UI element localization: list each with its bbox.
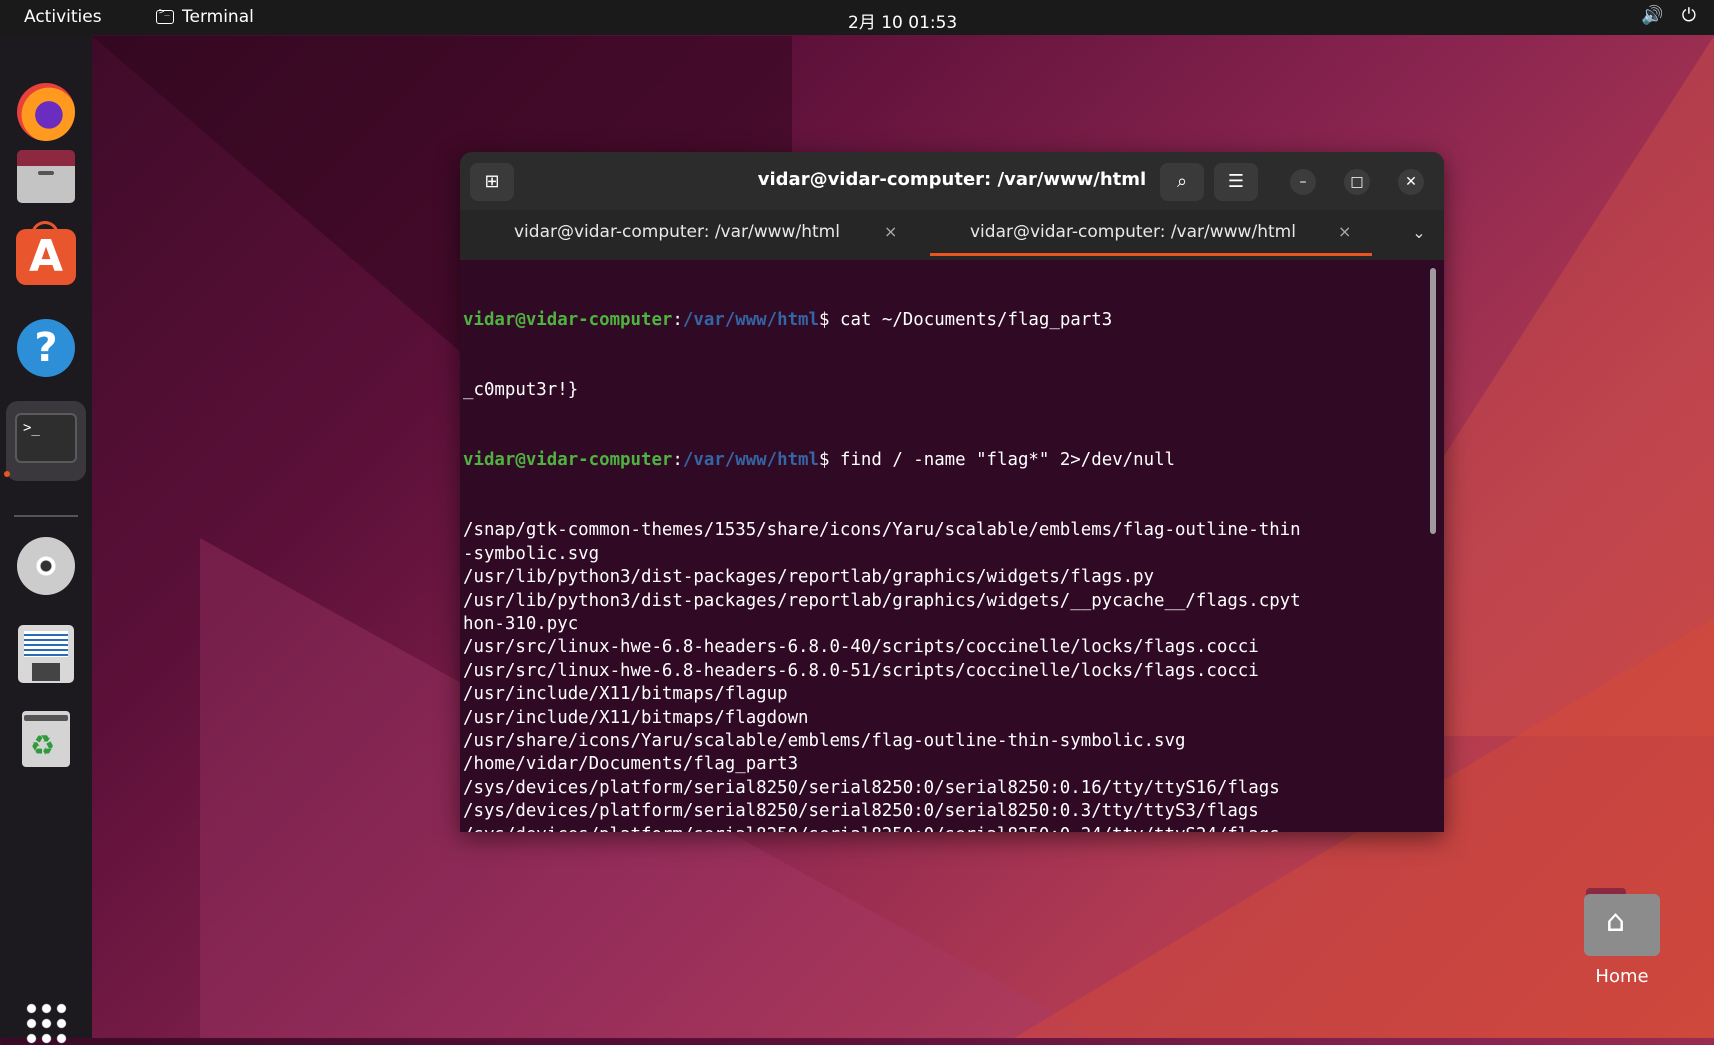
prompt-path: /var/www/html	[682, 450, 820, 471]
tab-1[interactable]: vidar@vidar-computer: /var/www/html ×	[460, 210, 928, 260]
disc-icon[interactable]	[17, 537, 75, 595]
minimize-button[interactable]: –	[1290, 169, 1316, 195]
output-line: /home/vidar/Documents/flag_part3	[463, 754, 799, 775]
output-line: -symbolic.svg	[463, 543, 600, 564]
prompt-dollar: $	[819, 309, 840, 330]
system-tray[interactable]: 🔊 ⏻	[1641, 5, 1696, 26]
terminal-output[interactable]: vidar@vidar-computer:/var/www/html$ cat …	[460, 260, 1433, 832]
output-line: /usr/src/linux-hwe-6.8-headers-6.8.0-40/…	[463, 637, 1259, 658]
terminal-icon	[156, 7, 174, 24]
house-icon: ⌂	[1606, 904, 1626, 939]
output-line: /sys/devices/platform/serial8250/serial8…	[463, 824, 1433, 833]
tab-close-icon[interactable]: ×	[1338, 210, 1351, 254]
output-line: /usr/src/linux-hwe-6.8-headers-6.8.0-51/…	[463, 660, 1259, 681]
files-icon[interactable]	[14, 143, 78, 207]
recycle-icon: ♻	[30, 729, 56, 762]
power-icon[interactable]: ⏻	[1682, 5, 1696, 26]
home-folder-icon[interactable]: ⌂	[1584, 888, 1660, 956]
output-line: /sys/devices/platform/serial8250/serial8…	[463, 801, 1259, 822]
terminal-window: ⊞ vidar@vidar-computer: /var/www/html ⌕ …	[460, 152, 1444, 832]
close-button[interactable]: ✕	[1398, 169, 1424, 195]
menu-button[interactable]: ☰	[1214, 163, 1258, 201]
find-output: /snap/gtk-common-themes/1535/share/icons…	[463, 519, 1433, 832]
app-menu-terminal[interactable]: Terminal	[156, 7, 254, 27]
prompt-line: vidar@vidar-computer:/var/www/html$ find…	[463, 449, 1433, 472]
window-headerbar[interactable]: ⊞ vidar@vidar-computer: /var/www/html ⌕ …	[460, 152, 1444, 210]
prompt-user: vidar@vidar-computer	[463, 450, 673, 471]
terminal-dock-icon[interactable]: >_	[6, 401, 86, 481]
tab-label: vidar@vidar-computer: /var/www/html	[970, 222, 1296, 242]
running-indicator	[4, 471, 10, 477]
output-line: /usr/lib/python3/dist-packages/reportlab…	[463, 590, 1301, 611]
prompt-line: vidar@vidar-computer:/var/www/html$ cat …	[463, 309, 1433, 332]
prompt-path: /var/www/html	[682, 309, 820, 330]
command: find / -name "flag*" 2>/dev/null	[839, 450, 1176, 471]
output-line: hon-310.pyc	[463, 613, 579, 634]
tab-list-chevron-icon[interactable]: ⌄	[1404, 218, 1434, 248]
ubuntu-software-icon[interactable]: A	[16, 229, 76, 285]
help-icon[interactable]: ?	[17, 319, 75, 377]
output-line: /usr/include/X11/bitmaps/flagup	[463, 684, 788, 705]
volume-icon[interactable]: 🔊	[1641, 5, 1663, 26]
trash-icon[interactable]: ♻	[14, 707, 78, 771]
tab-label: vidar@vidar-computer: /var/www/html	[514, 222, 840, 242]
save-icon[interactable]	[14, 623, 78, 687]
firefox-icon[interactable]	[17, 83, 75, 141]
active-tab-indicator	[930, 253, 1372, 256]
terminal-scrollbar[interactable]	[1430, 268, 1436, 534]
activities-button[interactable]: Activities	[24, 7, 102, 27]
tab-bar: vidar@vidar-computer: /var/www/html × vi…	[460, 210, 1444, 260]
prompt-user: vidar@vidar-computer	[463, 309, 673, 330]
maximize-button[interactable]: □	[1344, 169, 1370, 195]
tab-close-icon[interactable]: ×	[884, 210, 897, 254]
dock-separator	[14, 515, 78, 517]
output-line: _c0mput3r!}	[463, 380, 579, 401]
top-bar: Activities Terminal 2月 10 01:53 🔊 ⏻	[0, 0, 1714, 35]
prompt-dollar: $	[819, 450, 840, 471]
clock[interactable]: 2月 10 01:53	[848, 8, 957, 33]
search-button[interactable]: ⌕	[1160, 163, 1204, 201]
output-line: /sys/devices/platform/serial8250/serial8…	[463, 777, 1280, 798]
new-tab-button[interactable]: ⊞	[470, 163, 514, 201]
prompt-separator: :	[672, 309, 683, 330]
output-line: /usr/lib/python3/dist-packages/reportlab…	[463, 567, 1155, 588]
output-line: /snap/gtk-common-themes/1535/share/icons…	[463, 520, 1301, 541]
dock: A ? >_ ♻	[0, 35, 92, 1045]
terminal-glyph: >_	[15, 413, 77, 463]
output-line: /usr/share/icons/Yaru/scalable/emblems/f…	[463, 730, 1186, 751]
command: cat ~/Documents/flag_part3	[839, 309, 1113, 330]
output-line: /usr/include/X11/bitmaps/flagdown	[463, 707, 809, 728]
app-name: Terminal	[182, 7, 254, 27]
show-applications-icon[interactable]	[24, 1001, 68, 1045]
tab-2-active[interactable]: vidar@vidar-computer: /var/www/html ×	[930, 210, 1372, 260]
home-folder-label[interactable]: Home	[1572, 966, 1672, 987]
prompt-separator: :	[672, 450, 683, 471]
